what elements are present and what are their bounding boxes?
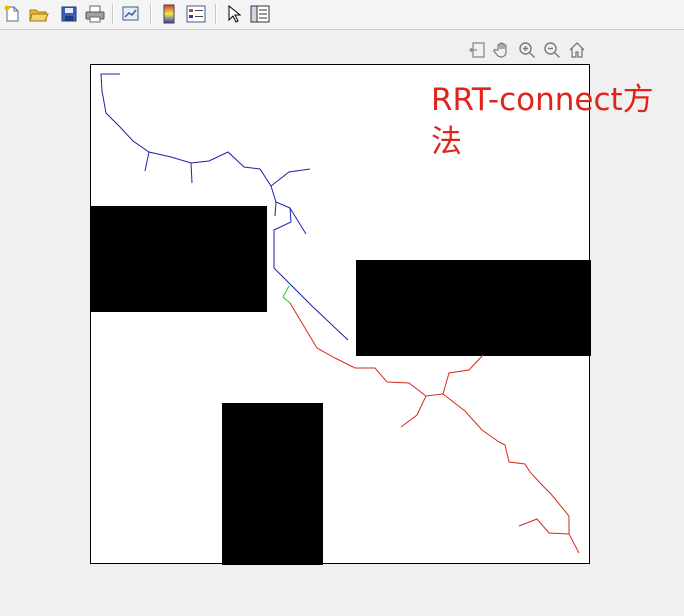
obstacle	[356, 260, 591, 356]
obstacle	[91, 206, 267, 312]
zoom-in-icon[interactable]	[516, 39, 538, 61]
plot-title: RRT-connect方法	[431, 82, 654, 160]
new-figure-icon[interactable]	[1, 3, 23, 25]
figure-toolbar	[0, 0, 684, 30]
pan-hand-icon[interactable]	[491, 39, 513, 61]
insert-colorbar-icon[interactable]	[158, 3, 180, 25]
axes-toolbar	[466, 39, 590, 61]
export-icon[interactable]	[466, 39, 488, 61]
open-file-icon[interactable]	[28, 3, 50, 25]
obstacle	[222, 403, 323, 565]
property-inspector-icon[interactable]	[249, 3, 271, 25]
save-icon[interactable]	[58, 3, 80, 25]
link-plot-icon[interactable]	[120, 3, 142, 25]
edit-plot-arrow-icon[interactable]	[222, 3, 244, 25]
connection-path	[282, 285, 291, 304]
insert-legend-icon[interactable]	[185, 3, 207, 25]
zoom-out-icon[interactable]	[541, 39, 563, 61]
home-icon[interactable]	[566, 39, 588, 61]
print-icon[interactable]	[84, 3, 106, 25]
plot-axes[interactable]: RRT-connect方法	[90, 64, 654, 565]
